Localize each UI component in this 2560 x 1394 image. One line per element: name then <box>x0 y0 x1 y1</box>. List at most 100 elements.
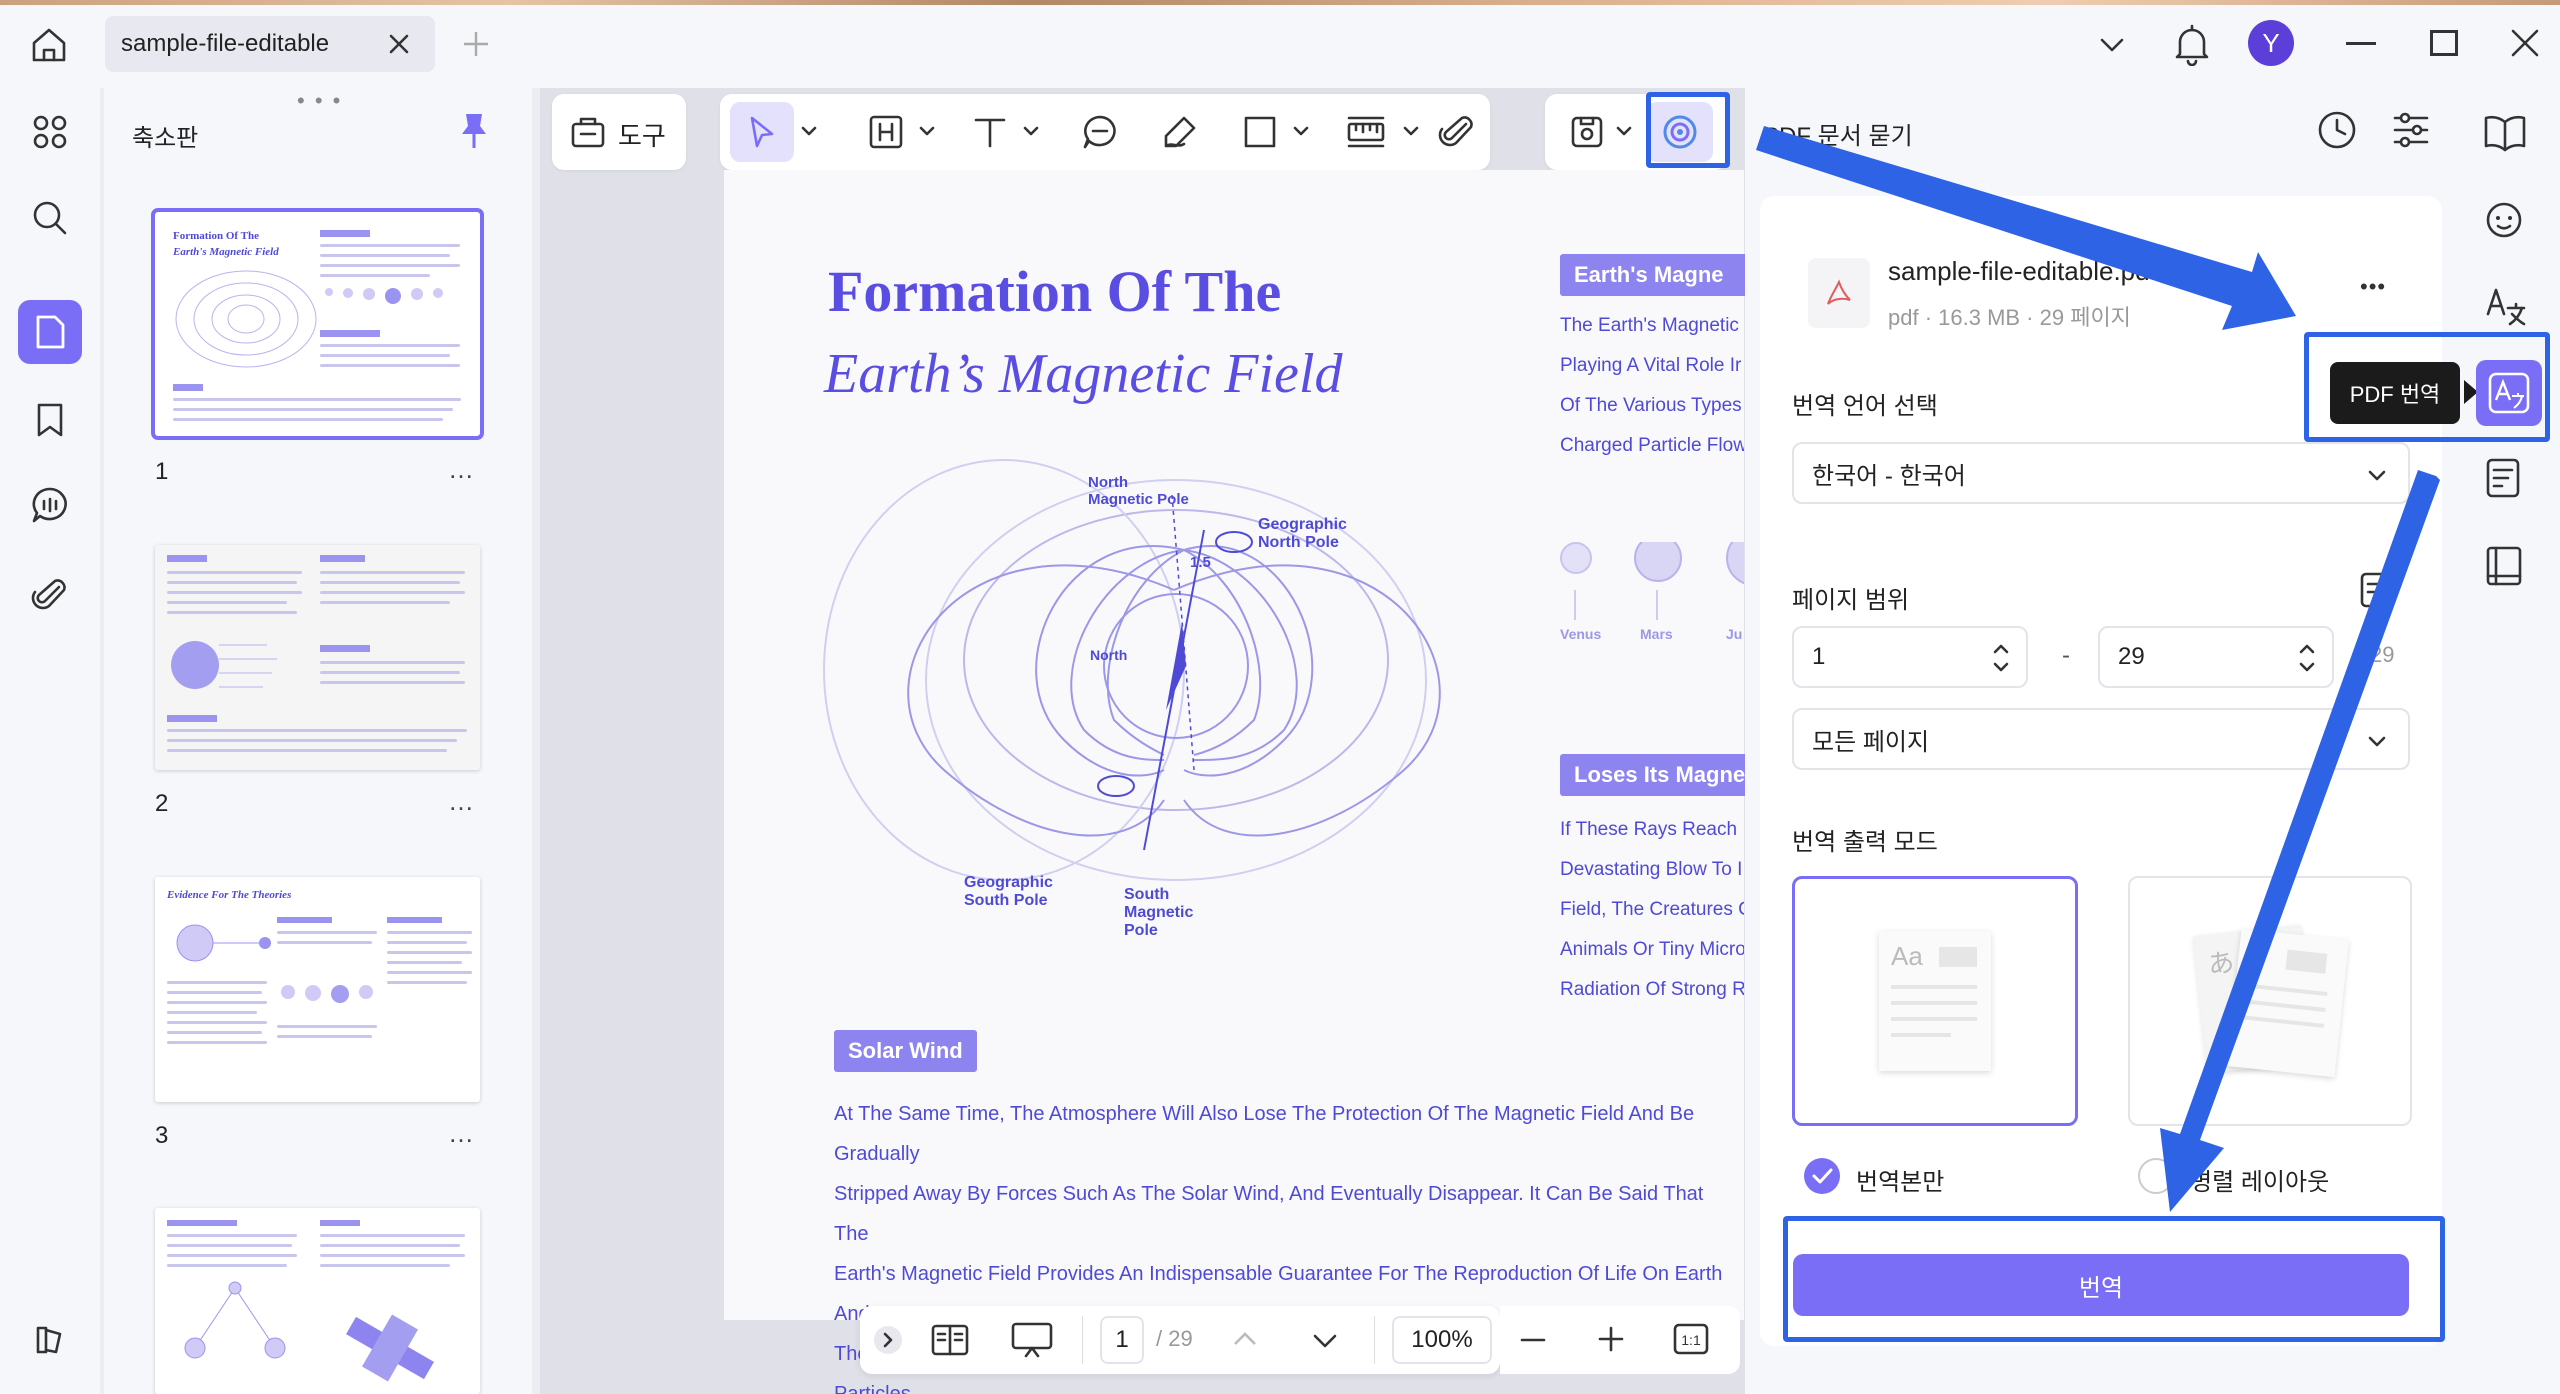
grid-view-icon[interactable] <box>18 100 82 164</box>
bookmark-icon[interactable] <box>18 388 82 452</box>
file-name: sample-file-editable.pd <box>1888 256 2150 286</box>
language-select[interactable]: 한국어 - 한국어 <box>1792 442 2410 504</box>
thumbnail-diagram <box>175 270 317 368</box>
summary-icon[interactable] <box>2482 456 2528 500</box>
planet-venus <box>1560 542 1592 574</box>
pdf-translate-tooltip: PDF 번역 <box>2330 362 2460 424</box>
current-page-input[interactable]: 1 <box>1100 1316 1144 1364</box>
avatar[interactable]: Y <box>2248 20 2294 66</box>
page-range-mode-select[interactable]: 모든 페이지 <box>1792 708 2410 770</box>
chevron-down-icon[interactable] <box>1615 122 1633 140</box>
collapse-bar-icon[interactable] <box>874 1326 902 1354</box>
pdf-translate-button[interactable] <box>2476 360 2542 426</box>
chevron-down-icon[interactable] <box>800 122 818 140</box>
earths-magnetic-tag: Earth's Magne <box>1560 254 1760 296</box>
loses-magnetic-tag: Loses Its Magne <box>1560 754 1760 796</box>
thumbnail-page-1[interactable]: Formation Of The Earth's Magnetic Field <box>151 208 484 440</box>
range-separator: - <box>2062 642 2070 669</box>
layers-icon[interactable] <box>18 1308 82 1372</box>
pin-icon[interactable] <box>456 110 492 152</box>
chevron-down-icon[interactable] <box>1402 122 1420 140</box>
geographic-south-pole-label: Geographic South Pole <box>964 874 1053 909</box>
north-magnetic-pole-label-1: North <box>1090 647 1127 663</box>
mode-translation-only[interactable]: Aa <box>1792 876 2078 1126</box>
thumbnail-page-2[interactable] <box>155 545 480 770</box>
zoom-out-icon[interactable] <box>1518 1326 1548 1354</box>
stepper-icon[interactable] <box>1992 640 2010 676</box>
settings-sliders-icon[interactable] <box>2391 108 2431 152</box>
select-tool-button[interactable] <box>730 102 794 162</box>
page-number-label: 2 <box>155 790 169 817</box>
home-icon[interactable] <box>28 24 70 66</box>
output-mode-label: 번역 출력 모드 <box>1792 829 1938 856</box>
page-range-to[interactable]: 29 <box>2098 626 2334 688</box>
previous-page-icon[interactable] <box>1230 1326 1260 1354</box>
reader-icon[interactable] <box>2482 544 2528 588</box>
page-range-label: 페이지 범위 <box>1792 587 1910 614</box>
mode2-radio[interactable] <box>2138 1158 2174 1194</box>
file-more-icon[interactable]: ••• <box>2360 274 2386 300</box>
total-pages-label: / 29 <box>1156 1326 1193 1351</box>
page-more-icon[interactable]: … <box>448 786 476 817</box>
right-icon-rail <box>2450 88 2560 1394</box>
svg-text:North: North <box>1090 647 1127 663</box>
ai-chat-icon[interactable] <box>2482 196 2528 240</box>
annotation-highlight-translate <box>1783 1216 2445 1342</box>
toolbox-icon <box>571 117 605 148</box>
close-window-icon[interactable] <box>2508 26 2542 60</box>
comment-tool-icon[interactable] <box>1080 112 1120 152</box>
next-page-icon[interactable] <box>1310 1328 1340 1356</box>
chevron-down-icon[interactable] <box>1022 122 1040 140</box>
stepper-icon[interactable] <box>2298 640 2316 676</box>
page-range-from[interactable]: 1 <box>1792 626 2028 688</box>
search-icon[interactable] <box>18 186 82 250</box>
presentation-icon[interactable] <box>1010 1320 1054 1360</box>
page-layout-icon[interactable] <box>930 1322 970 1358</box>
pen-tool-icon[interactable] <box>1160 112 1200 152</box>
mode-parallel-layout[interactable]: あ <box>2128 876 2412 1126</box>
thumbnail-page-4[interactable] <box>155 1208 480 1394</box>
measure-tool-icon[interactable] <box>1346 112 1386 152</box>
panel-drag-handle[interactable]: • • • <box>297 88 342 114</box>
text-tool-icon[interactable] <box>970 112 1010 152</box>
chevron-down-icon[interactable] <box>2095 28 2129 62</box>
document-tab[interactable]: sample-file-editable <box>105 16 435 72</box>
book-sparkle-icon[interactable] <box>2482 110 2528 154</box>
thumbnails-icon[interactable] <box>18 300 82 364</box>
page-more-icon[interactable]: … <box>448 454 476 485</box>
minimize-icon[interactable] <box>2346 42 2376 45</box>
history-icon[interactable] <box>2315 108 2359 152</box>
thumbnail-page-3[interactable]: Evidence For The Theories <box>155 877 480 1102</box>
tab-title: sample-file-editable <box>121 30 330 57</box>
doc-title-line1: Formation Of The <box>828 259 1282 324</box>
highlight-tool-icon[interactable] <box>866 112 906 152</box>
page-more-icon[interactable]: … <box>448 1118 476 1149</box>
chevron-down-icon[interactable] <box>918 122 936 140</box>
translate-icon[interactable] <box>2482 284 2528 328</box>
planet-mars <box>1634 542 1682 582</box>
close-tab-icon[interactable] <box>385 30 413 58</box>
mode1-radio-checked[interactable] <box>1804 1158 1840 1194</box>
shape-tool-icon[interactable] <box>1240 112 1280 152</box>
cursor-icon <box>750 116 774 148</box>
side-paragraph-1: The Earth's Magnetic Playing A Vital Rol… <box>1560 315 1744 456</box>
bell-icon[interactable] <box>2172 22 2212 66</box>
page-range-select-icon[interactable] <box>2358 570 2398 614</box>
zoom-controls: 1:1 <box>1500 1306 1740 1374</box>
attachment-icon[interactable] <box>18 562 82 626</box>
comment-icon[interactable] <box>18 473 82 537</box>
geographic-north-pole-label: Geographic North Pole <box>1258 516 1347 551</box>
chevron-down-icon[interactable] <box>1292 122 1310 140</box>
zoom-level-input[interactable]: 100% <box>1392 1316 1492 1364</box>
actual-size-icon[interactable]: 1:1 <box>1672 1322 1710 1356</box>
tools-button[interactable]: 도구 <box>552 94 686 170</box>
attachment-tool-icon[interactable] <box>1438 112 1478 152</box>
save-icon[interactable] <box>1567 112 1607 152</box>
chevron-down-icon <box>2368 470 2386 481</box>
zoom-in-icon[interactable] <box>1596 1324 1626 1354</box>
pdf-page: Formation Of The Earth’s Magnetic Field … <box>724 170 1760 1394</box>
north-magnetic-pole-label: North Magnetic Pole <box>1088 474 1189 508</box>
maximize-icon[interactable] <box>2430 30 2458 56</box>
chevron-down-icon <box>2368 736 2386 747</box>
new-tab-icon[interactable] <box>460 28 492 60</box>
